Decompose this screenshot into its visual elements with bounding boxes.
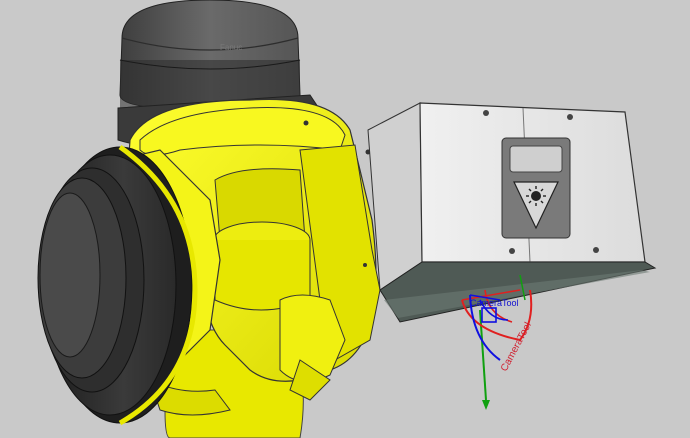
robot-scene[interactable]: Fanuc CameraTool CameraTool <box>0 0 690 438</box>
motor-label: Fanuc <box>220 43 242 52</box>
frame-label-blue: CameraTool <box>470 298 519 308</box>
3d-viewport[interactable]: Fanuc CameraTool CameraTool <box>0 0 690 438</box>
sun-icon <box>526 186 546 206</box>
